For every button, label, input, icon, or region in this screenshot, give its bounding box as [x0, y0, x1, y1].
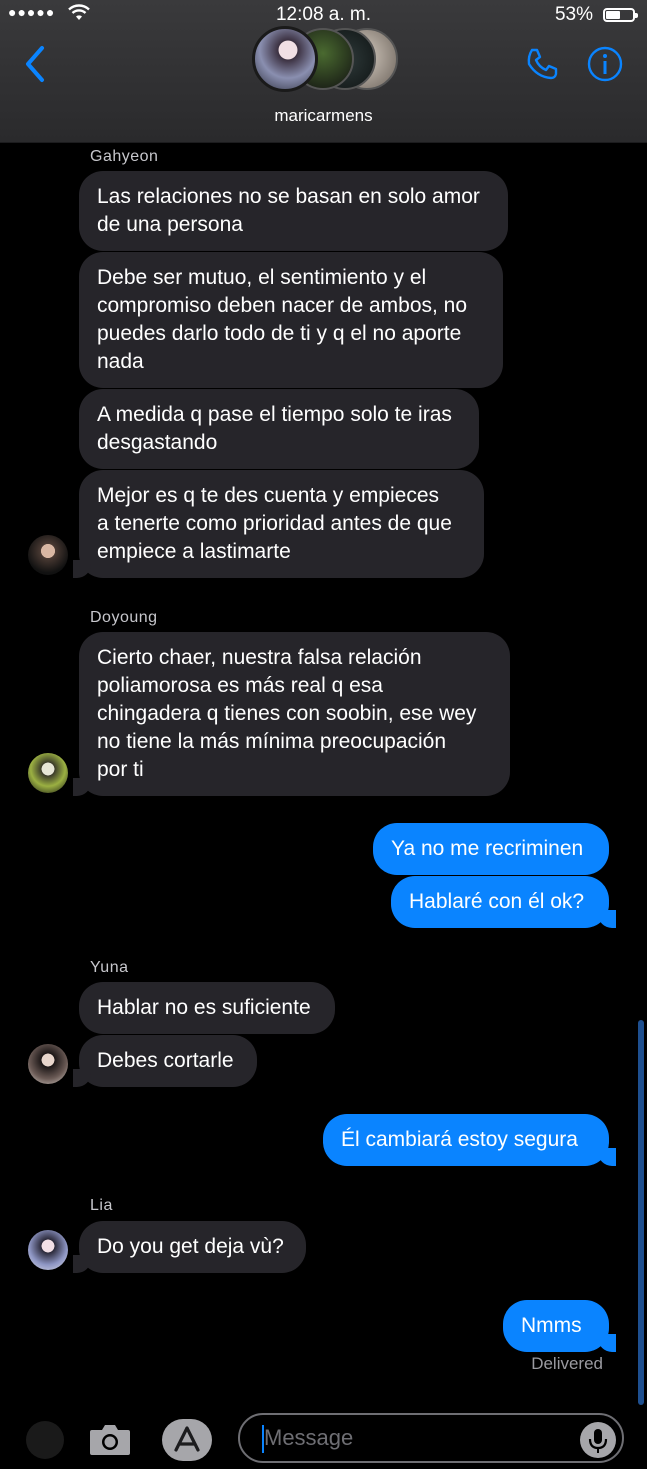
- scrollbar[interactable]: [638, 1020, 644, 1405]
- info-icon: [587, 46, 623, 82]
- conversation-header: ●●●●● 12:08 a. m. 53% maricarmens: [0, 0, 647, 143]
- incoming-message[interactable]: Do you get deja vù?: [73, 1221, 306, 1273]
- incoming-message[interactable]: Debes cortarle: [73, 1035, 257, 1087]
- delivery-status: Delivered: [531, 1354, 603, 1373]
- app-store-button[interactable]: [162, 1419, 212, 1461]
- back-chevron-icon: [26, 46, 44, 82]
- back-button[interactable]: [20, 44, 52, 84]
- app-store-icon: [174, 1426, 200, 1452]
- sender-name: Lia: [90, 1197, 113, 1214]
- outgoing-message[interactable]: Hablaré con él ok?: [391, 876, 616, 928]
- call-button[interactable]: [524, 46, 560, 82]
- incoming-message[interactable]: Hablar no es suficiente: [79, 982, 335, 1034]
- member-avatar: [252, 26, 318, 92]
- sender-avatar[interactable]: [28, 1230, 68, 1270]
- compose-bar: [0, 1405, 647, 1469]
- group-avatar-stack[interactable]: [252, 26, 402, 92]
- drawer-button[interactable]: [26, 1421, 64, 1459]
- incoming-message[interactable]: A medida q pase el tiempo solo te iras d…: [79, 389, 479, 469]
- clock: 12:08 a. m.: [275, 4, 372, 25]
- phone-icon: [527, 48, 558, 80]
- incoming-message[interactable]: Las relaciones no se basan en solo amor …: [79, 171, 508, 251]
- camera-icon: [90, 1425, 130, 1455]
- outgoing-message[interactable]: Ya no me recriminen: [373, 823, 609, 875]
- battery-percentage: 53%: [554, 4, 593, 25]
- sender-avatar[interactable]: [28, 1044, 68, 1084]
- status-bar: ●●●●● 12:08 a. m. 53%: [0, 2, 647, 26]
- outgoing-message[interactable]: Nmms: [503, 1300, 616, 1352]
- sender-name: Gahyeon: [90, 148, 159, 165]
- microphone-button[interactable]: [580, 1422, 616, 1458]
- incoming-message[interactable]: Debe ser mutuo, el sentimiento y el comp…: [79, 252, 503, 388]
- sender-avatar[interactable]: [28, 753, 68, 793]
- sender-name: Doyoung: [90, 609, 158, 626]
- incoming-message[interactable]: Mejor es q te des cuenta y empieces a te…: [73, 470, 484, 578]
- sender-name: Yuna: [90, 959, 129, 976]
- info-button[interactable]: [587, 46, 623, 82]
- sender-avatar[interactable]: [28, 535, 68, 575]
- camera-button[interactable]: [88, 1421, 132, 1457]
- message-input[interactable]: [238, 1413, 624, 1463]
- microphone-icon: [588, 1429, 608, 1453]
- incoming-message[interactable]: Cierto chaer, nuestra falsa relación pol…: [73, 632, 510, 796]
- outgoing-message[interactable]: Él cambiará estoy segura: [323, 1114, 616, 1166]
- group-name[interactable]: maricarmens: [0, 106, 647, 126]
- text-cursor: [262, 1425, 264, 1453]
- battery-icon: [603, 8, 638, 22]
